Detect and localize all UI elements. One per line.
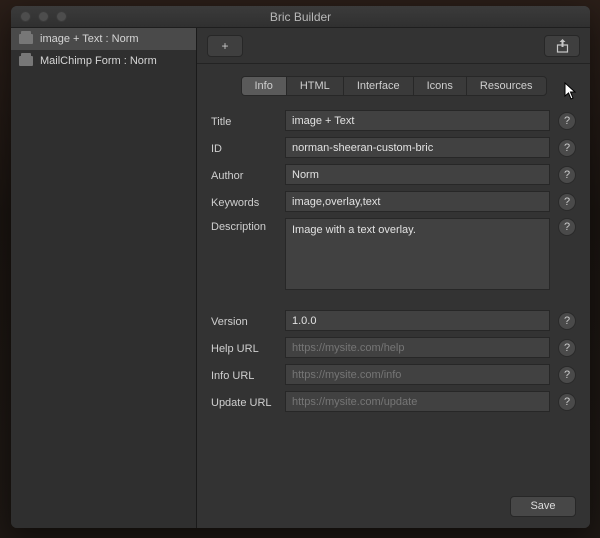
help-button[interactable]: ? [558, 366, 576, 384]
input-info-url[interactable] [285, 364, 550, 385]
label-version: Version [211, 313, 285, 328]
tab-html[interactable]: HTML [287, 77, 344, 95]
sidebar-item-label: image + Text : Norm [40, 33, 139, 45]
row-help-url: Help URL ? [211, 337, 576, 358]
label-id: ID [211, 140, 285, 155]
row-title: Title ? [211, 110, 576, 131]
label-help-url: Help URL [211, 340, 285, 355]
help-button[interactable]: ? [558, 218, 576, 236]
sidebar-item-mailchimp-form[interactable]: MailChimp Form : Norm [11, 50, 196, 72]
help-button[interactable]: ? [558, 139, 576, 157]
bric-icon [19, 56, 33, 66]
label-keywords: Keywords [211, 194, 285, 209]
tabs-row: Info HTML Interface Icons Resources [197, 64, 590, 106]
input-author[interactable] [285, 164, 550, 185]
label-title: Title [211, 113, 285, 128]
plus-icon: + [221, 39, 228, 53]
label-info-url: Info URL [211, 367, 285, 382]
window-body: image + Text : Norm MailChimp Form : Nor… [11, 28, 590, 528]
row-version: Version ? [211, 310, 576, 331]
label-author: Author [211, 167, 285, 182]
help-button[interactable]: ? [558, 312, 576, 330]
tab-icons[interactable]: Icons [414, 77, 467, 95]
input-keywords[interactable] [285, 191, 550, 212]
tab-interface[interactable]: Interface [344, 77, 414, 95]
help-button[interactable]: ? [558, 393, 576, 411]
form-divider [211, 296, 576, 310]
help-button[interactable]: ? [558, 339, 576, 357]
row-keywords: Keywords ? [211, 191, 576, 212]
label-description: Description [211, 218, 285, 233]
add-button[interactable]: + [207, 35, 243, 57]
tab-segment: Info HTML Interface Icons Resources [241, 76, 547, 96]
sidebar-item-image-text[interactable]: image + Text : Norm [11, 28, 196, 50]
input-description[interactable] [285, 218, 550, 290]
row-description: Description ? [211, 218, 576, 290]
toolbar: + [197, 28, 590, 64]
bric-icon [19, 34, 33, 44]
input-help-url[interactable] [285, 337, 550, 358]
input-title[interactable] [285, 110, 550, 131]
help-button[interactable]: ? [558, 193, 576, 211]
app-window: Bric Builder image + Text : Norm MailChi… [11, 6, 590, 528]
tab-info[interactable]: Info [242, 77, 287, 95]
save-button[interactable]: Save [510, 496, 576, 517]
window-title: Bric Builder [11, 10, 590, 24]
titlebar: Bric Builder [11, 6, 590, 28]
sidebar: image + Text : Norm MailChimp Form : Nor… [11, 28, 197, 528]
cursor-icon [564, 82, 578, 100]
input-update-url[interactable] [285, 391, 550, 412]
input-version[interactable] [285, 310, 550, 331]
input-id[interactable] [285, 137, 550, 158]
form-area: Title ? ID ? Author ? Keywords [197, 106, 590, 484]
help-button[interactable]: ? [558, 112, 576, 130]
row-id: ID ? [211, 137, 576, 158]
share-button[interactable] [544, 35, 580, 57]
tab-resources[interactable]: Resources [467, 77, 546, 95]
sidebar-item-label: MailChimp Form : Norm [40, 55, 157, 67]
main-panel: + Info HTML Interface Icons Resources [197, 28, 590, 528]
footer: Save [197, 484, 590, 528]
label-update-url: Update URL [211, 394, 285, 409]
row-info-url: Info URL ? [211, 364, 576, 385]
row-author: Author ? [211, 164, 576, 185]
row-update-url: Update URL ? [211, 391, 576, 412]
help-button[interactable]: ? [558, 166, 576, 184]
share-icon [556, 39, 569, 53]
